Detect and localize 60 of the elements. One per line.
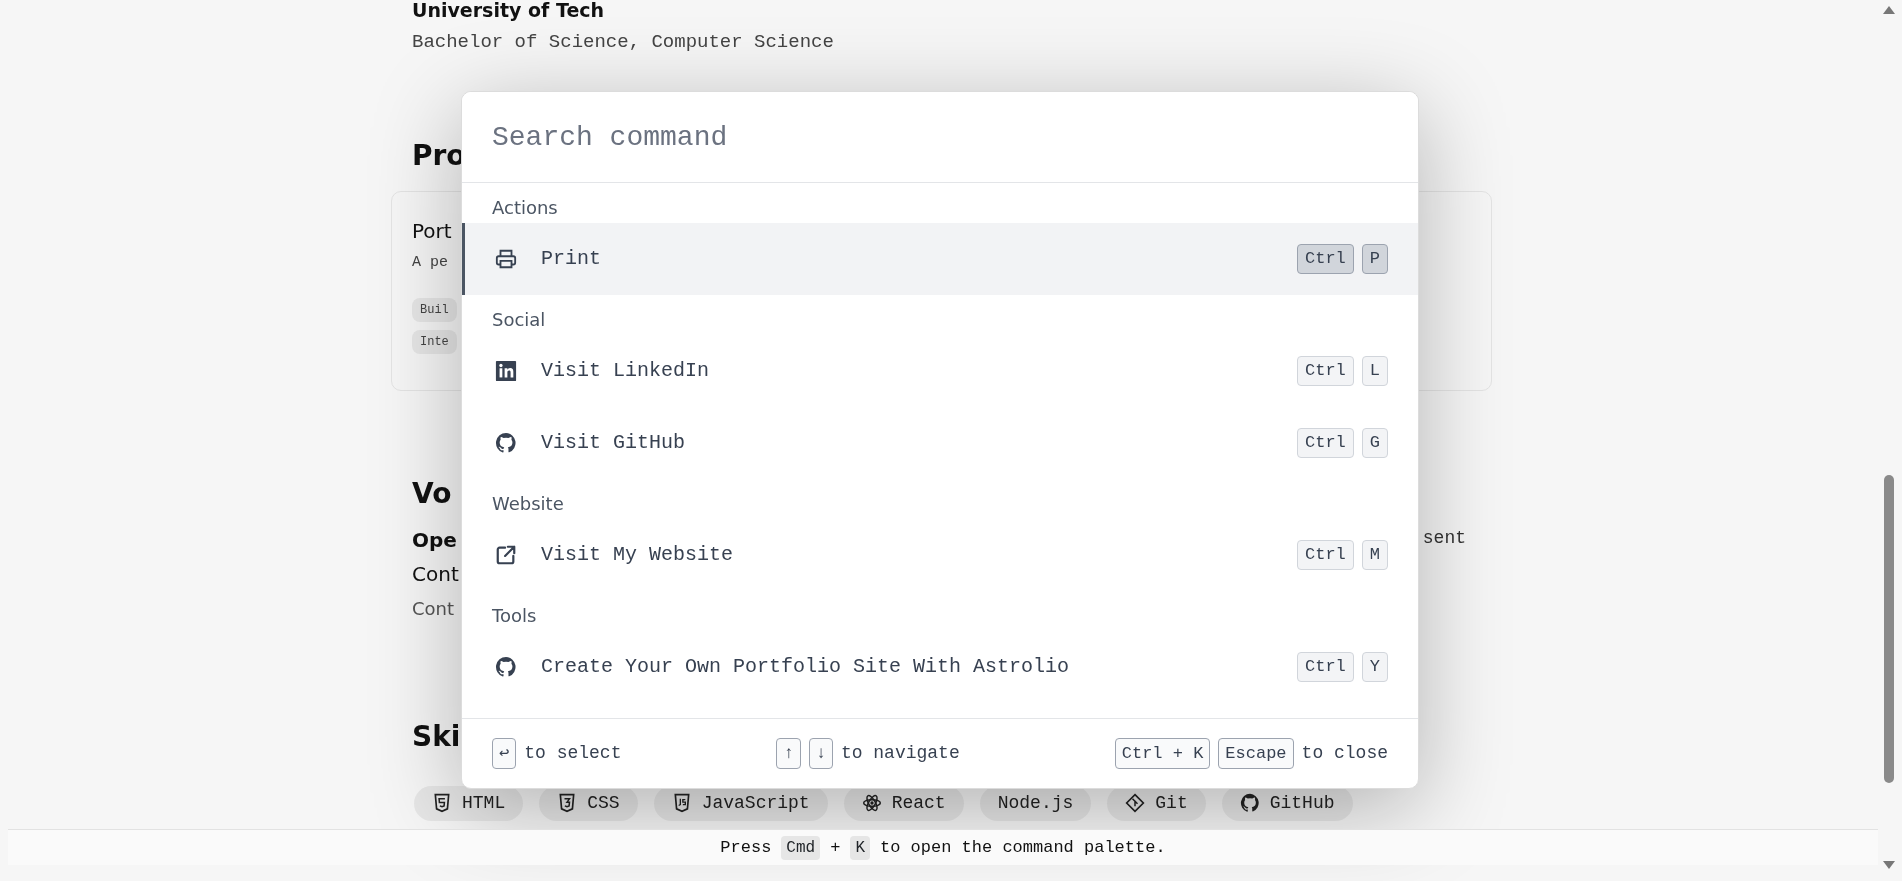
command-item[interactable]: Visit GitHub Ctrl G (462, 407, 1418, 479)
project-title: Port (412, 217, 452, 245)
key-hint: K (850, 835, 870, 860)
command-item[interactable]: Print Ctrl P (462, 223, 1418, 295)
key-hint: Ctrl + K (1114, 737, 1211, 770)
hint-text: to close (1301, 742, 1388, 765)
diamond-icon (1125, 793, 1146, 813)
linkedin-icon (495, 360, 517, 382)
section-heading: Vo (412, 476, 452, 511)
group-label: Website (491, 492, 565, 516)
shield-icon (432, 793, 452, 813)
hint-text: + (830, 836, 841, 859)
group-label: Tools (491, 604, 538, 628)
shortcut-key: Ctrl (1297, 244, 1354, 274)
atom-icon (861, 793, 882, 813)
command-item[interactable]: Create Your Own Portfolio Site With Astrolio Ctrl Y (462, 631, 1418, 703)
external-link-icon (495, 544, 517, 566)
shortcut-key: Ctrl (1297, 540, 1354, 570)
shortcut-key: Y (1361, 652, 1388, 682)
github-icon (495, 656, 517, 678)
volunteer-description: Cont (412, 596, 455, 621)
volunteer-organization: Cont (412, 560, 459, 588)
hint-text: Press (720, 836, 772, 859)
skill-chip: HTML (414, 785, 524, 821)
shortcut-key: G (1361, 428, 1388, 458)
shortcut-key: P (1361, 244, 1388, 274)
printer-icon (495, 248, 517, 270)
hint-text: to navigate (840, 742, 960, 765)
degree-text: Bachelor of Science, Computer Science (412, 30, 834, 55)
shortcut-key: M (1361, 540, 1388, 570)
scroll-up-icon[interactable] (1883, 6, 1895, 14)
github-icon (495, 432, 517, 454)
shortcut-key: Ctrl (1297, 356, 1354, 386)
github-icon (1239, 793, 1260, 813)
school-name: University of Tech (412, 0, 605, 20)
section-heading: Ski (412, 719, 461, 754)
project-tag: Inte (412, 330, 457, 354)
key-hint: ↓ (808, 737, 833, 770)
key-hint: Escape (1218, 737, 1294, 770)
project-description: A pe (412, 252, 448, 273)
shield-icon (557, 793, 578, 813)
key-hint: Cmd (781, 835, 821, 860)
hint-text: to open the command palette. (880, 836, 1166, 859)
volunteer-role: Ope (412, 526, 457, 554)
command-item[interactable]: Visit LinkedIn Ctrl L (462, 335, 1418, 407)
hint-text: to select (524, 742, 622, 765)
scroll-down-icon[interactable] (1883, 861, 1895, 869)
shield-icon (671, 793, 692, 813)
shortcut-key: Ctrl (1297, 652, 1354, 682)
group-label: Social (491, 308, 547, 332)
volunteer-dates: sent (1422, 526, 1466, 550)
shortcut-key: L (1361, 356, 1388, 386)
key-hint: ↑ (776, 737, 801, 770)
command-item[interactable]: Visit My Website Ctrl M (462, 519, 1418, 591)
project-tag: Buil (412, 298, 457, 322)
shortcut-key: Ctrl (1297, 428, 1354, 458)
key-hint: ↩ (492, 737, 517, 770)
group-label: Actions (491, 196, 559, 220)
search-field[interactable]: Search command (462, 92, 1418, 183)
scrollbar-thumb[interactable] (1884, 475, 1894, 783)
